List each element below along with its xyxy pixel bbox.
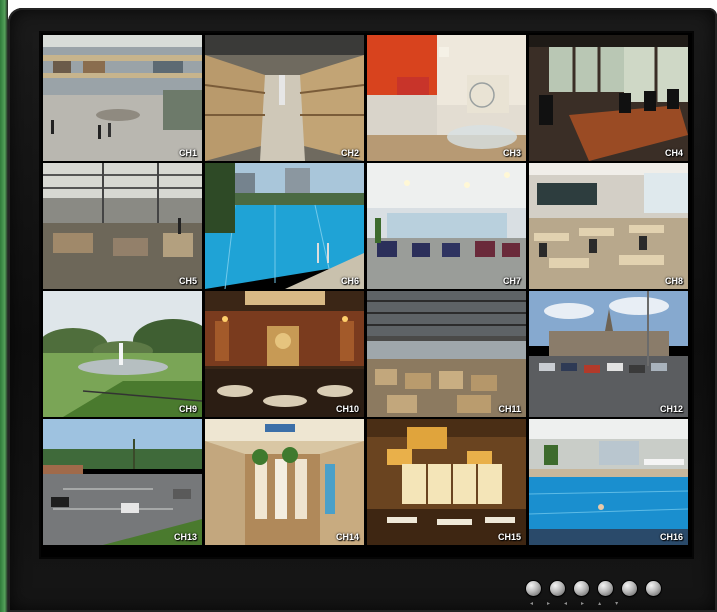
channel-label: CH16 <box>659 532 683 542</box>
camera-tile-ch15[interactable]: CH15 <box>367 419 526 545</box>
camera-tile-ch6[interactable]: CH6 <box>205 163 364 289</box>
camera-tile-ch11[interactable]: CH11 <box>367 291 526 417</box>
arrow-right-icon: ▸ <box>581 600 585 607</box>
panel-button-6[interactable] <box>646 581 661 596</box>
panel-button-2[interactable] <box>550 581 565 596</box>
front-panel-buttons <box>526 581 661 596</box>
channel-label: CH13 <box>173 532 197 542</box>
channel-label: CH14 <box>335 532 359 542</box>
arrow-up-icon: ▴ <box>598 600 602 607</box>
camera-tile-ch2[interactable]: CH2 <box>205 35 364 161</box>
camera-feed-classroom <box>529 163 688 289</box>
camera-tile-ch10[interactable]: CH10 <box>205 291 364 417</box>
channel-label: CH12 <box>659 404 683 414</box>
camera-tile-ch7[interactable]: CH7 <box>367 163 526 289</box>
panel-button-1[interactable] <box>526 581 541 596</box>
camera-feed-indoor-pool <box>529 419 688 545</box>
arrow-down-icon: ▾ <box>615 600 619 607</box>
channel-label: CH15 <box>497 532 521 542</box>
camera-feed-living-room <box>367 35 526 161</box>
panel-button-5[interactable] <box>622 581 637 596</box>
camera-tile-ch14[interactable]: CH14 <box>205 419 364 545</box>
channel-label: CH5 <box>178 276 197 286</box>
side-accent-strip <box>0 0 8 612</box>
channel-label: CH6 <box>340 276 359 286</box>
camera-tile-ch16[interactable]: CH16 <box>529 419 688 545</box>
arrow-left-icon: ◂ <box>530 600 534 607</box>
channel-label: CH4 <box>664 148 683 158</box>
camera-feed-park-fountain <box>43 291 202 417</box>
video-wall-screen: CH1 CH2 CH3 CH4 CH5 CH6 CH7 CH8 CH9 CH10… <box>41 33 692 557</box>
camera-feed-restaurant <box>367 419 526 545</box>
camera-tile-ch12[interactable]: CH12 <box>529 291 688 417</box>
camera-feed-conference-room <box>529 35 688 161</box>
camera-feed-storage-warehouse <box>367 291 526 417</box>
camera-feed-coastal-parking <box>43 419 202 545</box>
camera-feed-mall <box>43 35 202 161</box>
camera-feed-warehouse-aisle <box>205 35 364 161</box>
camera-feed-banquet-hall <box>205 291 364 417</box>
camera-feed-outdoor-pool <box>205 163 364 289</box>
arrow-right-icon: ▸ <box>547 600 551 607</box>
camera-tile-ch3[interactable]: CH3 <box>367 35 526 161</box>
camera-tile-ch9[interactable]: CH9 <box>43 291 202 417</box>
channel-label: CH9 <box>178 404 197 414</box>
camera-tile-ch5[interactable]: CH5 <box>43 163 202 289</box>
channel-label: CH7 <box>502 276 521 286</box>
camera-feed-retail-shop <box>205 419 364 545</box>
channel-label: CH11 <box>498 404 521 414</box>
panel-button-4[interactable] <box>598 581 613 596</box>
channel-label: CH1 <box>178 148 197 158</box>
camera-feed-factory-hall <box>43 163 202 289</box>
camera-tile-ch1[interactable]: CH1 <box>43 35 202 161</box>
camera-feed-lounge <box>367 163 526 289</box>
panel-button-3[interactable] <box>574 581 589 596</box>
channel-label: CH8 <box>664 276 683 286</box>
camera-tile-ch8[interactable]: CH8 <box>529 163 688 289</box>
camera-grid: CH1 CH2 CH3 CH4 CH5 CH6 CH7 CH8 CH9 CH10… <box>41 33 692 547</box>
channel-label: CH2 <box>340 148 359 158</box>
dvr-monitor-bezel: CH1 CH2 CH3 CH4 CH5 CH6 CH7 CH8 CH9 CH10… <box>8 8 717 612</box>
arrow-left-icon: ◂ <box>564 600 568 607</box>
channel-label: CH3 <box>502 148 521 158</box>
camera-feed-parking-lot <box>529 291 688 417</box>
camera-tile-ch4[interactable]: CH4 <box>529 35 688 161</box>
channel-label: CH10 <box>335 404 359 414</box>
camera-tile-ch13[interactable]: CH13 <box>43 419 202 545</box>
panel-button-glyphs: ◂ ▸ ◂ ▸ ▴ ▾ <box>530 600 618 607</box>
